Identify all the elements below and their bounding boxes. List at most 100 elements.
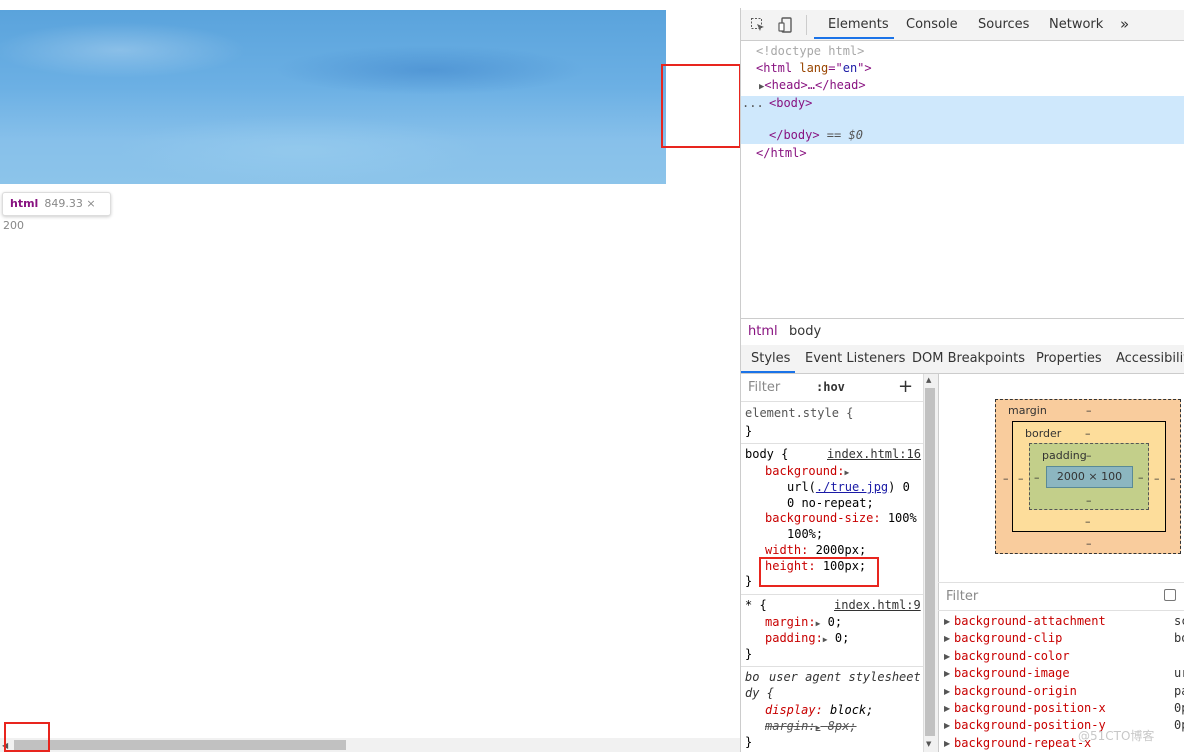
background-url-link[interactable]: ./true.jpg <box>816 480 888 494</box>
styles-scrollbar-thumb[interactable] <box>925 388 935 736</box>
new-rule-plus-icon[interactable]: + <box>898 376 913 397</box>
body-rule-source-link[interactable]: index.html:16 <box>827 447 921 461</box>
subtab-accessibility[interactable]: Accessibility <box>1116 351 1184 366</box>
divider <box>741 666 923 667</box>
divider <box>741 594 923 595</box>
computed-property-name[interactable]: background-repeat-x <box>954 736 1091 750</box>
tree-body-open[interactable]: <body> <box>769 96 812 110</box>
border-bottom-value: – <box>1085 515 1091 528</box>
tree-html-open[interactable]: <html lang="en"> <box>756 61 872 75</box>
doctype-text: <!doctype html> <box>756 44 865 58</box>
computed-property-value: 0p <box>1174 718 1184 733</box>
show-all-checkbox[interactable] <box>1164 589 1176 601</box>
computed-property-value: pa <box>1174 683 1184 698</box>
background-value-line2: 0 no-repeat; <box>787 496 874 510</box>
breadcrumb-html[interactable]: html <box>748 324 778 339</box>
breadcrumb-body[interactable]: body <box>789 324 821 339</box>
bgsize-val: 100% <box>887 511 917 525</box>
tab-console[interactable]: Console <box>906 17 958 32</box>
body-close-tag: </body> <box>769 128 820 142</box>
ua-margin-declaration-overridden[interactable]: margin:▶ 8px; <box>765 719 857 733</box>
computed-property-name[interactable]: background-position-x <box>954 701 1106 715</box>
element-style-selector[interactable]: element.style { <box>745 406 853 420</box>
computed-property-name[interactable]: background-attachment <box>954 614 1106 628</box>
tree-doctype[interactable]: <!doctype html> <box>756 44 864 58</box>
computed-property-name[interactable]: background-origin <box>954 684 1077 698</box>
padding-bottom-value: – <box>1086 494 1092 507</box>
active-tab-indicator <box>814 37 894 39</box>
margin-left-value: – <box>1003 472 1009 485</box>
computed-property-name[interactable]: background-clip <box>954 631 1062 645</box>
padding-val: 0; <box>834 631 850 645</box>
divider <box>741 401 923 402</box>
more-tabs-icon[interactable]: » <box>1120 15 1129 33</box>
hov-toggle[interactable]: :hov <box>816 380 845 394</box>
bgsize-declaration[interactable]: background-size: 100% <box>765 511 917 525</box>
url-fn: url( <box>787 480 816 494</box>
ua-rule-selector-part2[interactable]: dy { <box>745 686 774 700</box>
expand-triangle-icon[interactable]: ▶ <box>816 723 821 732</box>
subtab-styles[interactable]: Styles <box>751 351 790 366</box>
expand-triangle-icon[interactable]: ▶ <box>944 634 950 643</box>
highlight-box-overflow <box>661 64 741 148</box>
element-inspect-tooltip: html 849.33 × 200 <box>2 192 111 232</box>
display-prop: display: <box>765 703 823 717</box>
node-actions-ellipsis-icon[interactable]: ... <box>742 96 764 110</box>
selected-marker: == $0 <box>819 128 863 142</box>
background-declaration[interactable]: background:▶ <box>765 464 849 478</box>
width-declaration[interactable]: width: 2000px; <box>765 543 866 557</box>
attr-close: "> <box>857 61 872 75</box>
bgsize-value-line2: 100%; <box>787 527 824 541</box>
padding-prop: padding: <box>765 631 823 645</box>
scroll-down-arrow-icon[interactable]: ▼ <box>926 740 931 748</box>
subtab-event-listeners[interactable]: Event Listeners <box>805 351 905 366</box>
divider <box>938 582 1184 583</box>
ua-rule-selector-part1[interactable]: bo <box>745 670 759 684</box>
rule-close-brace: } <box>745 735 753 749</box>
computed-property-name[interactable]: background-color <box>954 649 1070 663</box>
scroll-up-arrow-icon[interactable]: ▲ <box>926 376 931 384</box>
expand-triangle-icon[interactable]: ▶ <box>844 468 849 477</box>
display-declaration[interactable]: display: block; <box>765 703 873 717</box>
expand-triangle-icon[interactable]: ▶ <box>944 652 950 661</box>
body-rule-selector[interactable]: body { <box>745 447 788 461</box>
expand-triangle-icon[interactable]: ▶ <box>944 704 950 713</box>
inspect-element-icon[interactable] <box>750 17 766 33</box>
bg-val-rest: ) 0 <box>888 480 910 494</box>
computed-property-value: sc <box>1174 614 1184 628</box>
ua-stylesheet-label: user agent stylesheet <box>769 670 921 684</box>
margin-declaration[interactable]: margin:▶ 0; <box>765 615 842 629</box>
margin-top-value: – <box>1086 404 1092 417</box>
expand-triangle-icon[interactable]: ▶ <box>944 687 950 696</box>
horizontal-scrollbar-thumb[interactable] <box>14 740 346 750</box>
ua-margin-val: 8px; <box>827 719 857 733</box>
border-right-value: – <box>1154 472 1160 485</box>
body-open-tag: <body> <box>769 96 813 110</box>
tree-head[interactable]: ▶<head>…</head> <box>759 78 866 92</box>
styles-filter-input[interactable]: Filter <box>748 380 780 395</box>
tab-network[interactable]: Network <box>1049 17 1103 32</box>
expand-triangle-icon[interactable]: ▶ <box>944 739 950 748</box>
tree-body-close[interactable]: </body> == $0 <box>769 128 863 142</box>
tab-elements[interactable]: Elements <box>828 17 889 32</box>
expand-triangle-icon[interactable]: ▶ <box>823 635 828 644</box>
expand-triangle-icon[interactable]: ▶ <box>944 617 950 626</box>
tab-sources[interactable]: Sources <box>978 17 1029 32</box>
divider <box>938 610 1184 611</box>
subtab-dom-breakpoints[interactable]: DOM Breakpoints <box>912 351 1025 366</box>
expand-triangle-icon[interactable]: ▶ <box>816 619 821 628</box>
star-rule-selector[interactable]: * { <box>745 598 767 612</box>
margin-val: 0; <box>827 615 843 629</box>
padding-declaration[interactable]: padding:▶ 0; <box>765 631 849 645</box>
boxmodel-content[interactable]: 2000 × 100 <box>1046 466 1133 488</box>
star-rule-source-link[interactable]: index.html:9 <box>834 598 921 612</box>
html-lang-value: en <box>842 61 858 75</box>
subtab-properties[interactable]: Properties <box>1036 351 1102 366</box>
computed-filter-input[interactable]: Filter <box>946 589 978 604</box>
expand-triangle-icon[interactable]: ▶ <box>944 669 950 678</box>
device-toolbar-icon[interactable] <box>778 17 794 33</box>
computed-property-name[interactable]: background-image <box>954 666 1070 680</box>
head-tag: <head>…</head> <box>764 78 866 92</box>
tree-html-close[interactable]: </html> <box>756 146 807 160</box>
expand-triangle-icon[interactable]: ▶ <box>944 721 950 730</box>
